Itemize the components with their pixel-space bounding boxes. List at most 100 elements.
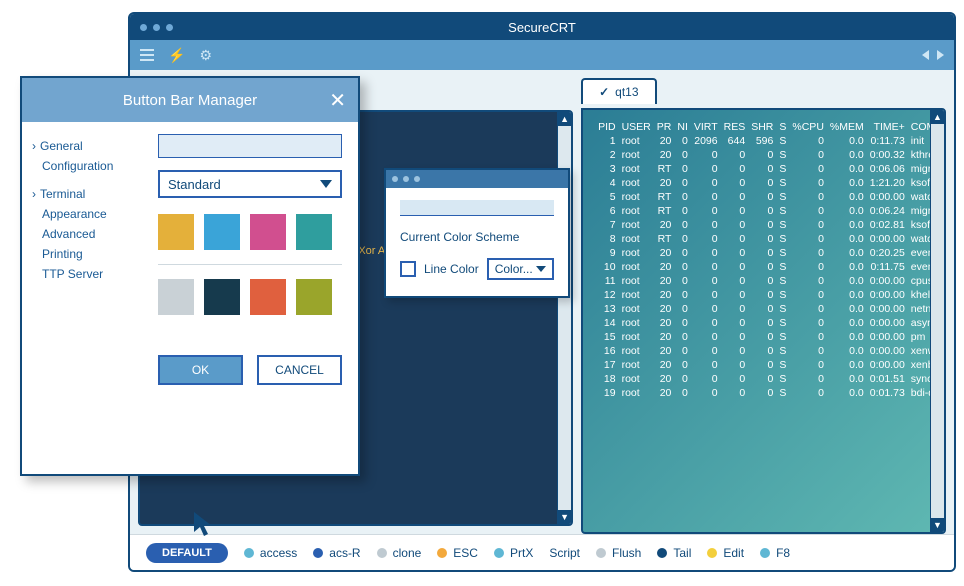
cancel-button[interactable]: CANCEL: [257, 355, 342, 385]
scroll-up-icon[interactable]: ▲: [931, 110, 944, 124]
nav-terminal[interactable]: Terminal: [32, 184, 144, 204]
cell: root: [619, 218, 654, 232]
cell: 14: [595, 316, 619, 330]
cell: 0: [674, 204, 691, 218]
color-swatch[interactable]: [250, 279, 286, 315]
scroll-down-icon[interactable]: ▼: [558, 510, 571, 524]
cell: 1:21.20: [867, 176, 908, 190]
color-swatch[interactable]: [204, 279, 240, 315]
cell: root: [619, 358, 654, 372]
nav-left-icon[interactable]: [922, 50, 929, 60]
nav-right-icon[interactable]: [937, 50, 944, 60]
color-dropdown[interactable]: Color...: [487, 258, 554, 280]
table-row[interactable]: 19root200000S00.00:01.73bdi-default: [595, 386, 946, 400]
table-row[interactable]: 18root200000S00.00:01.51sync_supers: [595, 372, 946, 386]
color-dot-icon: [377, 548, 387, 558]
cell: 0: [691, 358, 721, 372]
cell: 0: [721, 246, 749, 260]
bolt-icon[interactable]: ⚡: [168, 47, 185, 64]
cell: 0: [691, 344, 721, 358]
buttonbar-item[interactable]: ESC: [437, 546, 478, 560]
table-row[interactable]: 4root200000S00.01:21.20ksoftirqd/0: [595, 176, 946, 190]
table-row[interactable]: 14root200000S00.00:00.00async/mgr: [595, 316, 946, 330]
cell: 0.0: [827, 232, 867, 246]
nav-advanced[interactable]: Advanced: [32, 224, 144, 244]
color-swatch[interactable]: [204, 214, 240, 250]
buttonbar-item[interactable]: acs-R: [313, 546, 360, 560]
table-row[interactable]: 10root200000S00.00:11.75events/1: [595, 260, 946, 274]
dialog-header[interactable]: [386, 170, 568, 188]
scroll-down-icon[interactable]: ▼: [931, 518, 944, 532]
table-row[interactable]: 7root200000S00.00:02.81ksoftirqd/1: [595, 218, 946, 232]
close-icon[interactable]: ✕: [329, 88, 346, 113]
chevron-down-icon: [320, 180, 332, 188]
button-bar: DEFAULT access acs-R clone ESC PrtX Script Flus…: [130, 534, 954, 570]
color-swatch[interactable]: [296, 214, 332, 250]
table-row[interactable]: 17root200000S00.00:00.00xenbus: [595, 358, 946, 372]
table-row[interactable]: 13root200000S00.00:00.00netns: [595, 302, 946, 316]
color-swatch[interactable]: [158, 214, 194, 250]
color-swatch[interactable]: [250, 214, 286, 250]
scheme-preview[interactable]: [400, 200, 554, 216]
gear-icon[interactable]: ⚙: [199, 47, 212, 64]
buttonbar-item[interactable]: Tail: [657, 546, 691, 560]
table-row[interactable]: 11root200000S00.00:00.00cpuset: [595, 274, 946, 288]
table-row[interactable]: 2root200000S00.00:00.32kthreadd: [595, 148, 946, 162]
color-dot-icon: [494, 548, 504, 558]
cell: 0: [748, 190, 776, 204]
cell: 0: [748, 232, 776, 246]
cell: 0.0: [827, 274, 867, 288]
table-row[interactable]: 6rootRT0000S00.00:06.24migration/1: [595, 204, 946, 218]
scroll-up-icon[interactable]: ▲: [558, 112, 571, 126]
nav-configuration[interactable]: Configuration: [32, 156, 144, 176]
divider: [158, 264, 342, 265]
color-swatch[interactable]: [158, 279, 194, 315]
menu-icon[interactable]: [140, 49, 154, 61]
traffic-dot: [414, 176, 420, 182]
cell: 0: [721, 372, 749, 386]
buttonbar-item[interactable]: Edit: [707, 546, 744, 560]
cell: 0.0: [827, 162, 867, 176]
buttonbar-item[interactable]: F8: [760, 546, 790, 560]
buttonbar-item[interactable]: PrtX: [494, 546, 533, 560]
terminal-right[interactable]: PIDUSERPRNIVIRTRESSHRS%CPU%MEMTIME+COMMA…: [581, 108, 946, 534]
cell: 0:00.00: [867, 232, 908, 246]
tab-qt13[interactable]: ✓ qt13: [581, 78, 656, 104]
table-row[interactable]: 15root200000S00.00:00.00pm: [595, 330, 946, 344]
cell: 0: [674, 302, 691, 316]
table-row[interactable]: 1root2002096644596S00.00:11.73init: [595, 134, 946, 148]
buttonbar-item[interactable]: clone: [377, 546, 422, 560]
table-row[interactable]: 5rootRT0000S00.00:00.00watchdog/0: [595, 190, 946, 204]
cell: 0.0: [827, 386, 867, 400]
scrollbar[interactable]: ▲ ▼: [930, 110, 944, 532]
cell: 13: [595, 302, 619, 316]
cell: 17: [595, 358, 619, 372]
buttonbar-item[interactable]: access: [244, 546, 297, 560]
buttonbar-item[interactable]: Flush: [596, 546, 641, 560]
cell: 0: [691, 372, 721, 386]
cell: 8: [595, 232, 619, 246]
cell: 596: [748, 134, 776, 148]
nav-printing[interactable]: Printing: [32, 244, 144, 264]
color-swatch[interactable]: [296, 279, 332, 315]
table-row[interactable]: 3rootRT0000S00.00:06.06migration/0: [595, 162, 946, 176]
buttonbar-item[interactable]: Script: [549, 546, 580, 560]
ok-button[interactable]: OK: [158, 355, 243, 385]
table-row[interactable]: 8rootRT0000S00.00:00.00watchdog/1: [595, 232, 946, 246]
cell: 9: [595, 246, 619, 260]
table-row[interactable]: 9root200000S00.00:20.25events/0: [595, 246, 946, 260]
cell: 0.0: [827, 190, 867, 204]
color-scheme-label: Current Color Scheme: [400, 230, 554, 244]
name-field[interactable]: [158, 134, 342, 158]
cell: 0: [789, 176, 827, 190]
table-row[interactable]: 12root200000S00.00:00.00khelper: [595, 288, 946, 302]
color-dot-icon: [437, 548, 447, 558]
style-select[interactable]: Standard: [158, 170, 342, 198]
nav-appearance[interactable]: Appearance: [32, 204, 144, 224]
line-color-checkbox[interactable]: [400, 261, 416, 277]
col-header: PR: [654, 120, 675, 134]
table-row[interactable]: 16root200000S00.00:00.00xenwatch: [595, 344, 946, 358]
nav-ttp-server[interactable]: TTP Server: [32, 264, 144, 284]
nav-general[interactable]: General: [32, 136, 144, 156]
buttonbar-item[interactable]: DEFAULT: [146, 543, 228, 563]
